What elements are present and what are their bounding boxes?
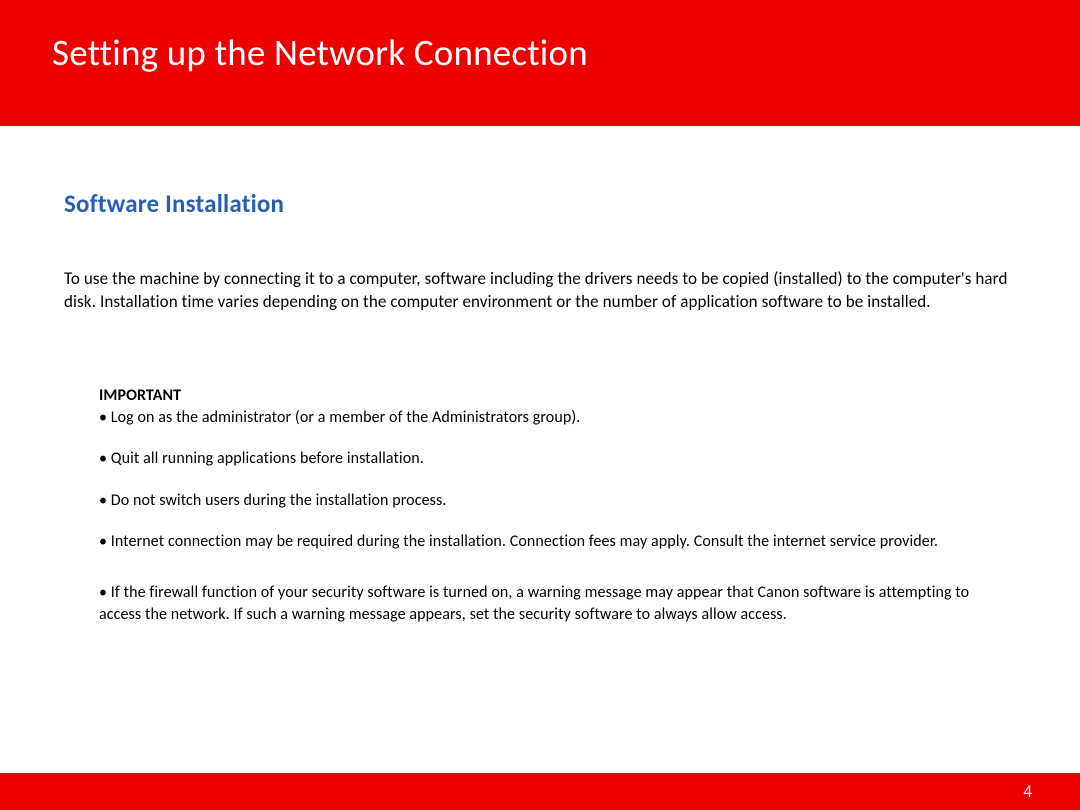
important-item: • Log on as the administrator (or a memb… (99, 407, 1006, 429)
important-item: • Quit all running applications before i… (99, 448, 1006, 470)
important-block: IMPORTANT • Log on as the administrator … (99, 386, 1006, 626)
header-bar: Setting up the Network Connection (0, 0, 1080, 126)
important-item: • Do not switch users during the install… (99, 490, 1006, 512)
page-title: Setting up the Network Connection (52, 30, 1080, 75)
intro-paragraph: To use the machine by connecting it to a… (64, 267, 1016, 315)
important-item: • If the firewall function of your secur… (99, 582, 1006, 627)
content-area: Software Installation To use the machine… (0, 126, 1080, 626)
footer-bar: 4 (0, 773, 1080, 810)
page-number: 4 (1023, 781, 1032, 802)
important-item: • Internet connection may be required du… (99, 531, 1006, 553)
section-heading: Software Installation (64, 188, 1016, 221)
important-label: IMPORTANT (99, 386, 1006, 405)
